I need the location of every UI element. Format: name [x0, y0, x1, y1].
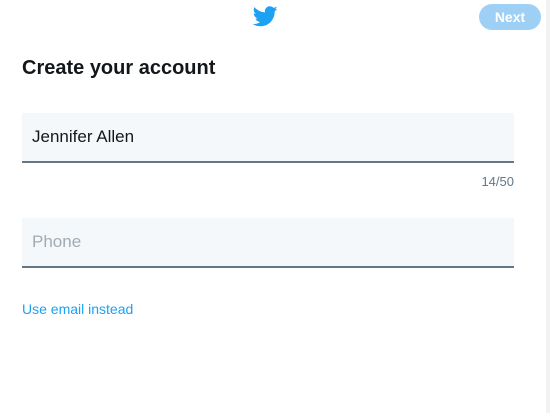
signup-page: Next Create your account 14/50 Use email…: [0, 0, 550, 413]
use-email-instead-link[interactable]: Use email instead: [22, 301, 133, 317]
name-field[interactable]: [22, 113, 514, 163]
scrollbar-track: [546, 0, 550, 413]
name-input[interactable]: [22, 113, 514, 161]
phone-input[interactable]: [22, 218, 514, 266]
page-title: Create your account: [22, 57, 216, 79]
phone-field[interactable]: [22, 218, 514, 268]
twitter-bird-icon: [253, 6, 278, 27]
name-character-counter: 14/50: [481, 174, 514, 189]
next-button[interactable]: Next: [479, 4, 541, 30]
header-bar: Next: [0, 0, 550, 36]
